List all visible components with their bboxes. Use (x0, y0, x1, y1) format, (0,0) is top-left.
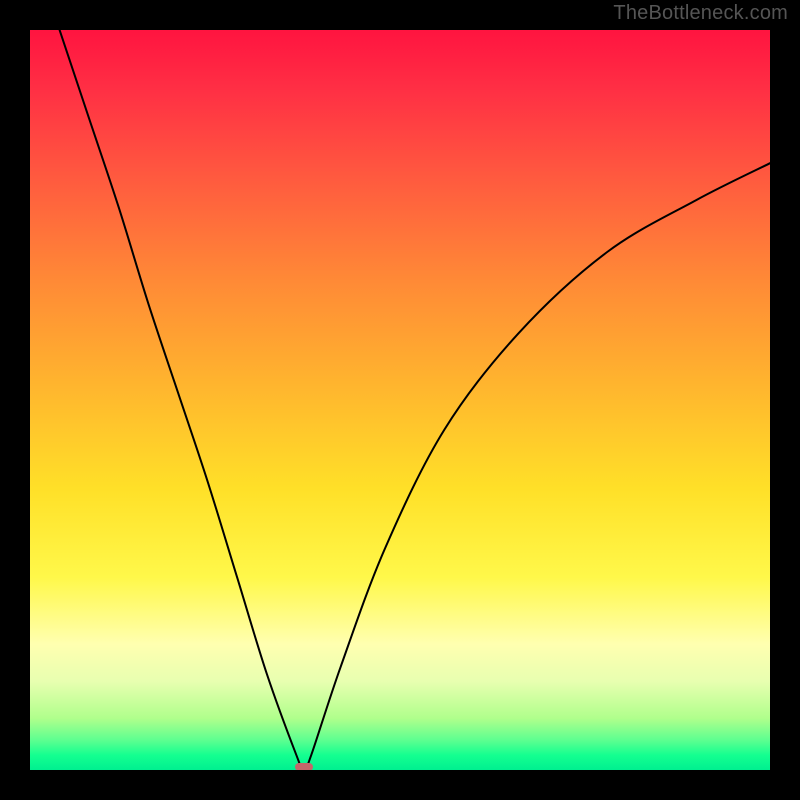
bottleneck-plot (30, 30, 770, 770)
optimum-marker (295, 763, 313, 770)
bottleneck-curve (60, 30, 770, 770)
watermark-text: TheBottleneck.com (613, 2, 788, 25)
chart-frame: TheBottleneck.com (0, 0, 800, 800)
bottleneck-curve-svg (30, 30, 770, 770)
